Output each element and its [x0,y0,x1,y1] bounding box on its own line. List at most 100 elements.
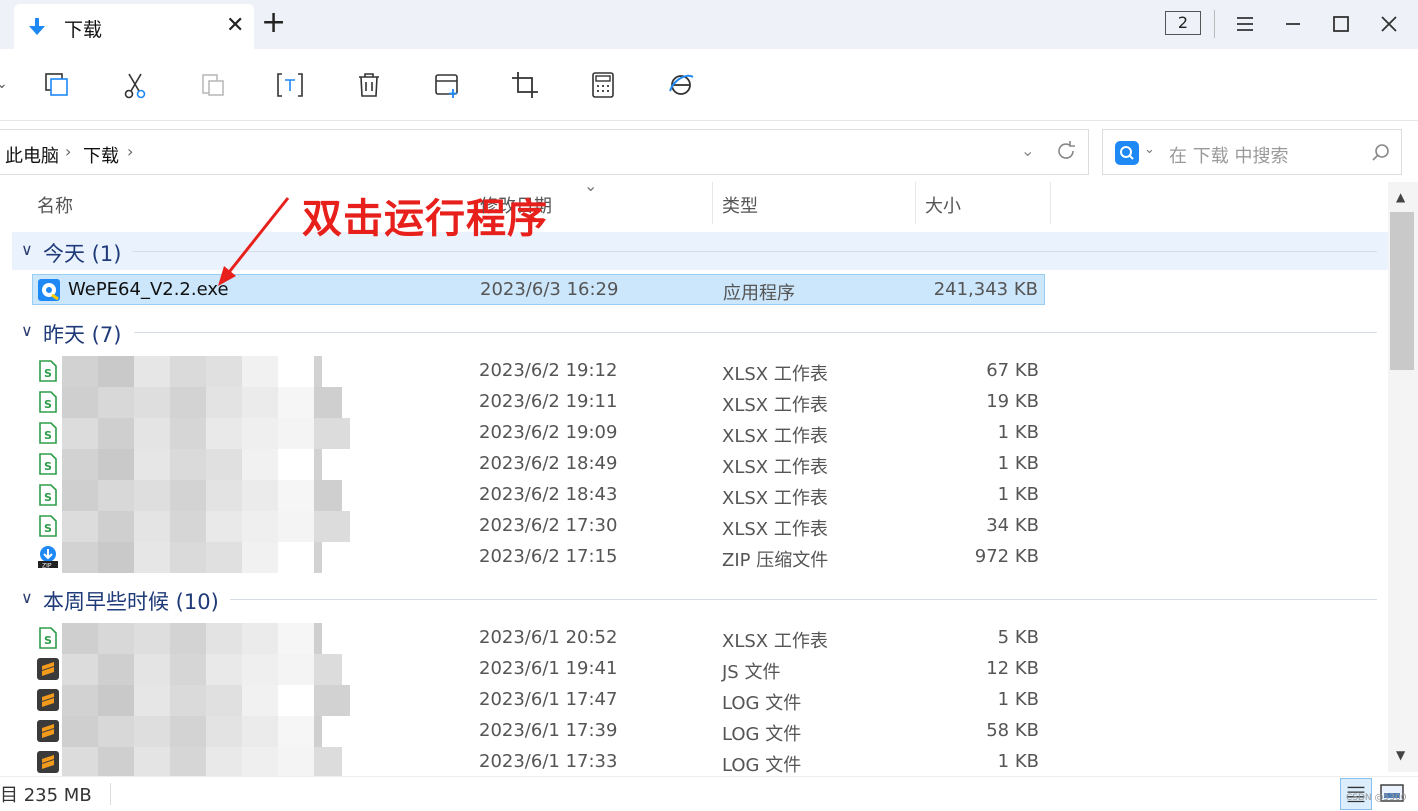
file-row-wepe64[interactable]: WePE64_V2.2.exe 2023/6/3 16:29 应用程序 241,… [32,274,1045,305]
redacted-block [170,387,206,418]
file-row[interactable]: S 2023/6/1 20:52 XLSX 工作表 5 KB [32,623,1045,654]
column-header-type[interactable]: 类型 [722,192,758,218]
file-row[interactable]: 2023/6/1 17:33 LOG 文件 1 KB [32,747,1045,778]
browser-icon[interactable] [665,69,697,101]
redacted-block [62,356,98,387]
column-separator[interactable] [712,182,713,224]
file-row[interactable]: S 2023/6/2 19:12 XLSX 工作表 67 KB [32,356,1045,387]
vertical-scrollbar[interactable]: ▲ ▼ [1388,182,1418,772]
redacted-file-name [62,542,322,573]
file-type: XLSX 工作表 [722,488,828,509]
file-row[interactable]: 2023/6/1 17:39 LOG 文件 58 KB [32,716,1045,747]
copy-icon[interactable] [41,69,73,101]
breadcrumb-separator[interactable]: › [127,142,133,161]
refresh-icon[interactable] [1054,139,1078,163]
redacted-block [314,716,322,747]
scrollbar-thumb[interactable] [1390,212,1414,370]
redacted-block [134,542,170,573]
file-date: 2023/6/2 19:12 [479,360,618,381]
cut-icon[interactable] [119,69,151,101]
file-date: 2023/6/2 18:43 [479,484,618,505]
scroll-up-icon[interactable]: ▲ [1396,190,1405,204]
file-type: XLSX 工作表 [722,457,828,478]
scroll-down-icon[interactable]: ▼ [1396,748,1405,762]
redacted-file-name [62,511,362,542]
column-separator[interactable] [915,182,916,224]
rename-icon[interactable] [274,69,306,101]
file-row[interactable]: S 2023/6/2 17:30 XLSX 工作表 34 KB [32,511,1045,542]
file-date: 2023/6/2 19:09 [479,422,618,443]
chevron-down-icon[interactable]: ∨ [21,321,33,340]
chevron-down-icon[interactable]: ∨ [21,588,33,607]
chevron-down-icon[interactable]: ⌄ [1021,141,1034,160]
breadcrumb-downloads[interactable]: 下载 [83,142,119,168]
redacted-block [170,418,206,449]
tab-close-button[interactable]: ✕ [226,13,244,38]
column-header-size[interactable]: 大小 [925,192,961,218]
maximize-icon[interactable] [1325,8,1357,40]
redacted-block [170,685,206,716]
file-row[interactable]: S 2023/6/2 18:43 XLSX 工作表 1 KB [32,480,1045,511]
breadcrumb-this-pc[interactable]: 此电脑 [5,142,59,168]
file-date: 2023/6/3 16:29 [480,279,619,300]
redacted-block [98,623,134,654]
redacted-file-name [62,387,342,418]
close-icon[interactable] [1373,8,1405,40]
paste-icon[interactable] [197,69,229,101]
crop-icon[interactable] [509,69,541,101]
file-size: 58 KB [986,720,1039,741]
redacted-block [170,356,206,387]
redacted-block [278,747,314,778]
search-input[interactable]: 在 下载 中搜索 [1169,142,1288,168]
calculator-icon[interactable] [587,69,619,101]
redacted-block [242,685,278,716]
file-row[interactable]: 2023/6/1 19:41 JS 文件 12 KB [32,654,1045,685]
redacted-block [62,387,98,418]
minimize-icon[interactable] [1277,8,1309,40]
annotation-text: 双击运行程序 [302,196,548,242]
redacted-file-name [62,685,362,716]
file-row[interactable]: ZIP 2023/6/2 17:15 ZIP 压缩文件 972 KB [32,542,1045,573]
redacted-block [134,387,170,418]
chevron-down-icon[interactable]: ⌄ [1144,142,1155,157]
redacted-block [242,480,278,511]
file-row[interactable]: 2023/6/1 17:47 LOG 文件 1 KB [32,685,1045,716]
sublime-text-icon [37,751,59,773]
file-row[interactable]: S 2023/6/2 19:09 XLSX 工作表 1 KB [32,418,1045,449]
address-bar[interactable]: 此电脑 › 下载 › ⌄ [0,129,1089,175]
file-size: 12 KB [986,658,1039,679]
chevron-down-icon[interactable]: ∨ [21,240,33,259]
file-date: 2023/6/1 17:47 [479,689,618,710]
delete-icon[interactable] [353,69,385,101]
window-count-badge[interactable]: 2 [1165,11,1201,35]
redacted-block [98,356,134,387]
xlsx-icon: S [39,422,57,444]
new-folder-icon[interactable] [431,69,463,101]
group-header-yesterday[interactable]: ∨ 昨天 (7) [12,313,1388,351]
column-separator[interactable] [1050,182,1051,224]
search-engine-icon[interactable] [1115,141,1139,165]
search-box[interactable]: ⌄ 在 下载 中搜索 [1102,129,1402,175]
column-header-name[interactable]: 名称 [37,192,73,218]
file-row[interactable]: S 2023/6/2 18:49 XLSX 工作表 1 KB [32,449,1045,480]
redacted-block [170,480,206,511]
file-row[interactable]: S 2023/6/2 19:11 XLSX 工作表 19 KB [32,387,1045,418]
file-size: 1 KB [997,422,1039,443]
file-type: XLSX 工作表 [722,395,828,416]
tab-downloads[interactable]: 下载 ✕ [14,4,254,49]
search-icon[interactable] [1370,142,1392,164]
menu-icon[interactable] [1229,8,1261,40]
redacted-block [62,542,98,573]
group-header-earlier-this-week[interactable]: ∨ 本周早些时候 (10) [12,580,1388,618]
redacted-block [206,747,242,778]
redacted-block [278,449,314,480]
redacted-block [206,654,242,685]
svg-text:S: S [44,367,52,380]
status-bar: 目 235 MB CSDN @5300 [0,776,1418,811]
chevron-down-icon[interactable]: ⌄ [0,76,8,92]
redacted-block [98,449,134,480]
breadcrumb-separator[interactable]: › [65,142,71,161]
new-tab-button[interactable]: + [261,8,286,38]
file-type: LOG 文件 [722,724,802,745]
redacted-block [206,387,242,418]
